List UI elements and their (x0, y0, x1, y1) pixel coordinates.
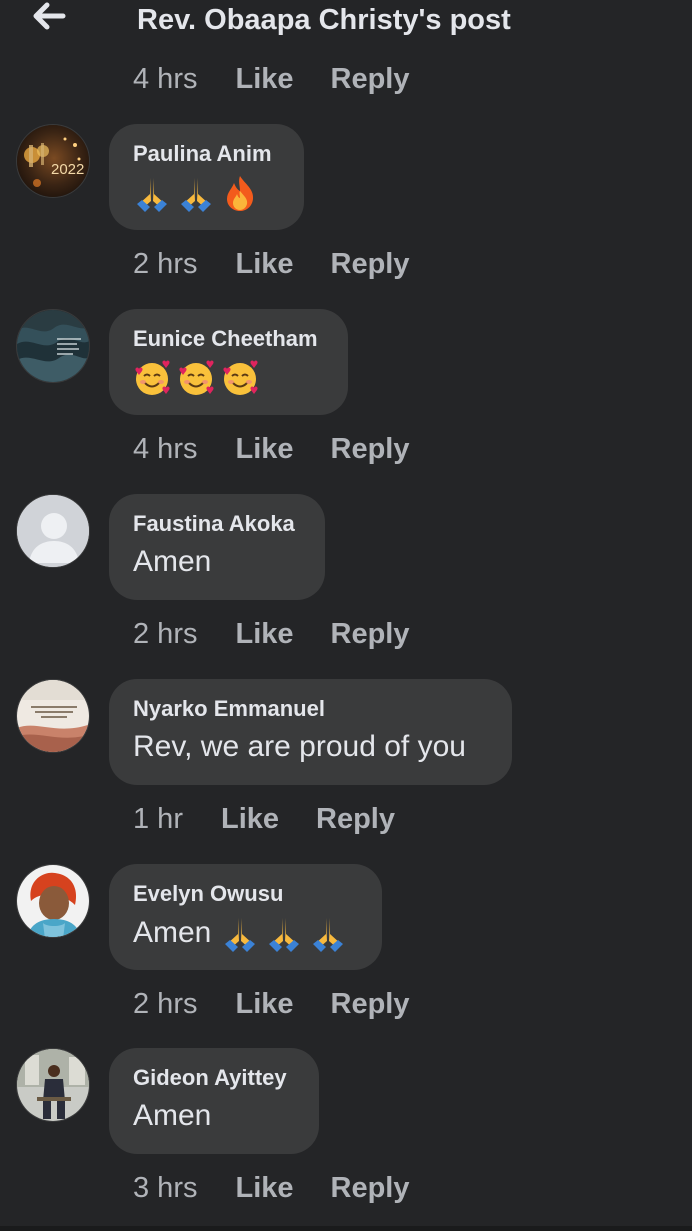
page-title: Rev. Obaapa Christy's post (137, 4, 511, 36)
comment-time: 4 hrs (133, 62, 198, 95)
comment-text (133, 359, 324, 397)
avatar[interactable] (16, 494, 90, 568)
avatar-portrait-woman-icon (17, 865, 89, 937)
smiling-face-with-hearts-icon (177, 359, 215, 397)
comment-bubble[interactable]: Eunice Cheetham (109, 309, 348, 415)
comment-time: 1 hr (133, 802, 183, 835)
comment-time: 2 hrs (133, 987, 198, 1020)
avatar[interactable] (16, 864, 90, 938)
folded-hands-icon (309, 914, 347, 952)
reply-button[interactable]: Reply (331, 1172, 410, 1205)
comment-item: Nyarko Emmanuel Rev, we are proud of you… (0, 679, 692, 835)
avatar[interactable] (16, 1048, 90, 1122)
avatar-portrait-man-seated-icon (17, 1049, 89, 1121)
comment-author[interactable]: Paulina Anim (133, 141, 280, 167)
comment-bubble[interactable]: Gideon Ayittey Amen (109, 1048, 319, 1154)
like-button[interactable]: Like (235, 248, 293, 281)
comment-text: Amen (133, 1098, 295, 1134)
avatar-quote-card-icon (17, 680, 89, 752)
reply-button[interactable]: Reply (331, 63, 410, 96)
comment-bubble[interactable]: Faustina Akoka Amen (109, 494, 325, 600)
avatar[interactable] (16, 309, 90, 383)
comment-item: Evelyn Owusu Amen 2 hrs Like Reply (0, 864, 692, 1020)
emoji-row (221, 914, 353, 952)
like-button[interactable]: Like (235, 988, 293, 1021)
comment-time: 4 hrs (133, 432, 198, 465)
reply-button[interactable]: Reply (331, 988, 410, 1021)
comment-time: 3 hrs (133, 1171, 198, 1204)
avatar[interactable]: 2022 (16, 124, 90, 198)
comment-bubble[interactable]: Evelyn Owusu Amen (109, 864, 382, 970)
comment-bubble[interactable]: Nyarko Emmanuel Rev, we are proud of you (109, 679, 512, 785)
comment-text-content: Amen (133, 1099, 212, 1132)
default-person-icon (17, 495, 89, 567)
comment-text-content: Amen (133, 916, 212, 949)
bottom-edge-divider (0, 1226, 692, 1231)
comment-author[interactable]: Eunice Cheetham (133, 326, 324, 352)
back-button[interactable] (22, 0, 72, 36)
like-button[interactable]: Like (235, 1172, 293, 1205)
avatar[interactable] (16, 679, 90, 753)
comment-text: Rev, we are proud of you (133, 729, 488, 765)
comment-text: Amen (133, 914, 358, 952)
comment-author[interactable]: Evelyn Owusu (133, 881, 358, 907)
comment-author[interactable]: Faustina Akoka (133, 511, 301, 537)
comment-meta-row: 4 hrs Like Reply (133, 59, 410, 99)
comment-bubble[interactable]: Paulina Anim (109, 124, 304, 230)
emoji-row (133, 174, 265, 212)
comment-meta-row: 2 hrs Like Reply (133, 984, 410, 1024)
like-button[interactable]: Like (235, 433, 293, 466)
like-button[interactable]: Like (221, 803, 279, 836)
comment-text-content: Amen (133, 545, 212, 578)
folded-hands-icon (265, 914, 303, 952)
comment-item: Gideon Ayittey Amen 3 hrs Like Reply (0, 1048, 692, 1204)
header-bar: Rev. Obaapa Christy's post (0, 0, 692, 46)
fire-icon (221, 174, 259, 212)
svg-text:2022: 2022 (51, 161, 84, 178)
comment-text: Amen (133, 544, 301, 580)
reply-button[interactable]: Reply (316, 803, 395, 836)
smiling-face-with-hearts-icon (221, 359, 259, 397)
reply-button[interactable]: Reply (331, 433, 410, 466)
comment-meta-row: 1 hr Like Reply (133, 799, 395, 839)
like-button[interactable]: Like (235, 63, 293, 96)
comment-author[interactable]: Nyarko Emmanuel (133, 696, 488, 722)
avatar-ocean-wave-icon (17, 310, 89, 382)
comment-time: 2 hrs (133, 247, 198, 280)
avatar-2022-celebration-icon: 2022 (17, 125, 89, 197)
folded-hands-icon (221, 914, 259, 952)
back-arrow-icon (27, 0, 67, 37)
folded-hands-icon (177, 174, 215, 212)
comment-text (133, 174, 280, 212)
like-button[interactable]: Like (235, 618, 293, 651)
reply-button[interactable]: Reply (331, 248, 410, 281)
folded-hands-icon (133, 174, 171, 212)
smiling-face-with-hearts-icon (133, 359, 171, 397)
comment-text-content: Rev, we are proud of you (133, 730, 466, 763)
comment-meta-row: 2 hrs Like Reply (133, 244, 410, 284)
comment-time: 2 hrs (133, 617, 198, 650)
comment-item: Eunice Cheetham 4 hrs Like Reply (0, 309, 692, 465)
comment-item: Faustina Akoka Amen 2 hrs Like Reply (0, 494, 692, 650)
comment-item: 2022 Paulina Anim 2 hrs Like Reply (0, 124, 692, 280)
comment-meta-row: 2 hrs Like Reply (133, 614, 410, 654)
comment-author[interactable]: Gideon Ayittey (133, 1065, 295, 1091)
comment-meta-row: 3 hrs Like Reply (133, 1168, 410, 1208)
emoji-row (133, 359, 265, 397)
comment-meta-row: 4 hrs Like Reply (133, 429, 410, 469)
reply-button[interactable]: Reply (331, 618, 410, 651)
